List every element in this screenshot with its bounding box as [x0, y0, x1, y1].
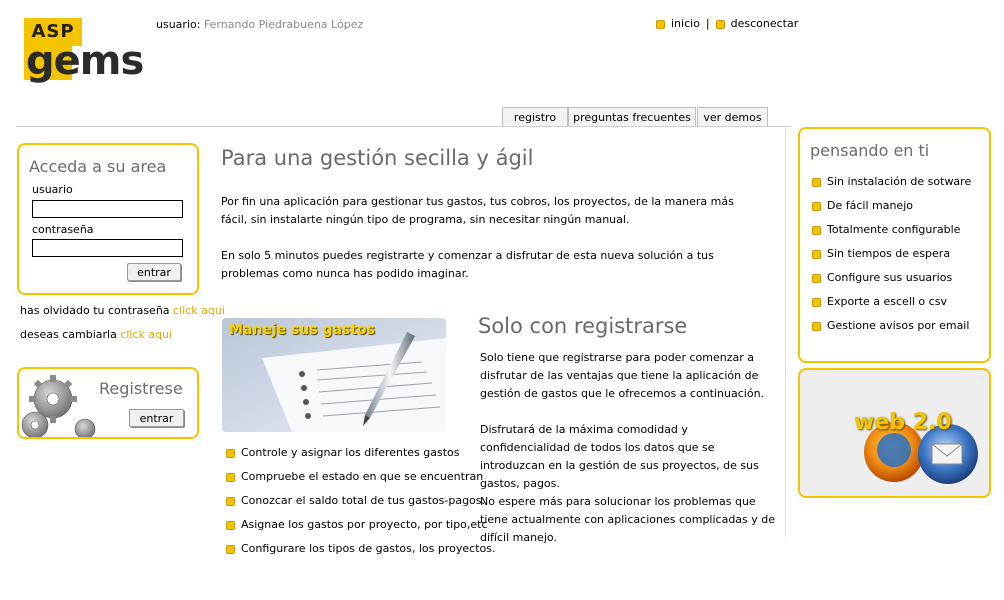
tab-preguntas-frecuentes[interactable]: preguntas frecuentes — [568, 107, 696, 127]
feature-text: Controle y asignar los diferentes gastos — [241, 446, 460, 459]
forgot-password-link[interactable]: click aqui — [173, 304, 225, 317]
login-title: Acceda a su area — [29, 157, 167, 176]
web20-panel: web 2.0 — [798, 368, 991, 498]
asp-gems-logo[interactable]: ASP gems — [24, 18, 148, 84]
benefit-item: Totalmente configurable — [812, 223, 960, 236]
feature-text: Asignae los gastos por proyecto, por tip… — [241, 518, 488, 531]
link-separator: | — [705, 17, 710, 30]
benefit-item: Exporte a escell o csv — [812, 295, 947, 308]
username-input[interactable] — [32, 200, 183, 218]
register-paragraph-2: Disfrutará de la máxima comodidad y conf… — [480, 423, 759, 490]
password-input[interactable] — [32, 239, 183, 257]
bullet-icon — [812, 273, 821, 283]
bullet-icon — [226, 544, 235, 554]
login-submit-button[interactable]: entrar — [127, 263, 181, 281]
forgot-password-line: has olvidado tu contraseña click aqui — [20, 304, 225, 317]
feature-item: Conozcar el saldo total de tus gastos-pa… — [226, 494, 485, 507]
benefit-text: Sin instalación de sotware — [827, 175, 972, 188]
user-label: usuario: — [156, 18, 201, 31]
benefits-title: pensando en ti — [810, 141, 930, 160]
benefit-text: Configure sus usuarios — [827, 271, 953, 284]
benefit-item: De fácil manejo — [812, 199, 913, 212]
bullet-icon — [812, 321, 821, 331]
gears-icon — [21, 375, 96, 437]
bullet-icon — [226, 520, 235, 530]
content-divider — [16, 126, 792, 127]
register-paragraph-3: No espere más para solucionar los proble… — [480, 495, 776, 544]
expenses-photo: Maneje sus gastos — [222, 318, 446, 432]
bullet-icon — [226, 496, 235, 506]
feature-text: Configurare los tipos de gastos, los pro… — [241, 542, 496, 555]
user-name: Fernando Piedrabuena López — [203, 18, 364, 31]
bullet-icon — [226, 448, 235, 458]
signup-paragraph: En solo 5 minutos puedes registrarte y c… — [221, 249, 714, 280]
benefit-text: Gestione avisos por email — [827, 319, 970, 332]
bullet-icon — [812, 297, 821, 307]
photo-caption: Maneje sus gastos — [229, 322, 375, 338]
benefit-item: Sin instalación de sotware — [812, 175, 971, 188]
register-title: Registrese — [99, 379, 183, 398]
change-password-text: deseas cambiarla — [20, 328, 117, 341]
web20-badge: web 2.0 — [854, 410, 952, 435]
register-paragraph-1: Solo tiene que registrarse para poder co… — [480, 351, 765, 400]
feature-text: Compruebe el estado en que se encuentran — [241, 470, 484, 483]
forgot-password-text: has olvidado tu contraseña — [20, 304, 170, 317]
feature-item: Controle y asignar los diferentes gastos — [226, 446, 460, 459]
feature-text: Conozcar el saldo total de tus gastos-pa… — [241, 494, 486, 507]
bullet-icon — [226, 472, 235, 482]
bullet-icon — [715, 19, 725, 29]
register-button[interactable]: entrar — [129, 409, 184, 427]
intro-paragraph: Por fin una aplicación para gestionar tu… — [221, 195, 734, 226]
tab-ver-demos[interactable]: ver demos — [697, 107, 768, 127]
tab-registro[interactable]: registro — [502, 107, 568, 127]
login-panel: Acceda a su area usuario contraseña entr… — [17, 143, 199, 295]
desconectar-link[interactable]: desconectar — [731, 17, 799, 30]
bullet-icon — [812, 201, 821, 211]
benefit-text: De fácil manejo — [827, 199, 913, 212]
benefit-text: Totalmente configurable — [827, 223, 961, 236]
feature-item: Configurare los tipos de gastos, los pro… — [226, 542, 495, 555]
inicio-link[interactable]: inicio — [671, 17, 700, 30]
page-title: Para una gestión secilla y ágil — [221, 146, 534, 170]
register-panel: Registrese entrar — [17, 367, 199, 439]
feature-item: Asignae los gastos por proyecto, por tip… — [226, 518, 488, 531]
change-password-link[interactable]: click aqui — [120, 328, 172, 341]
benefits-panel: pensando en ti Sin instalación de sotwar… — [798, 127, 991, 363]
bullet-icon — [656, 19, 665, 29]
benefit-text: Sin tiempos de espera — [827, 247, 951, 260]
benefit-item: Sin tiempos de espera — [812, 247, 950, 260]
top-links: inicio | desconectar — [656, 17, 798, 30]
bullet-icon — [812, 177, 821, 187]
feature-item: Compruebe el estado en que se encuentran — [226, 470, 483, 483]
register-section-title: Solo con registrarse — [478, 314, 688, 338]
benefit-text: Exporte a escell o csv — [827, 295, 947, 308]
content-right-border — [785, 127, 786, 537]
username-label: usuario — [32, 183, 73, 196]
bullet-icon — [812, 249, 821, 259]
benefit-item: Configure sus usuarios — [812, 271, 952, 284]
logo-gems-text: gems — [26, 38, 144, 84]
benefit-item: Gestione avisos por email — [812, 319, 969, 332]
password-label: contraseña — [32, 223, 94, 236]
bullet-icon — [812, 225, 821, 235]
change-password-line: deseas cambiarla click aqui — [20, 328, 172, 341]
user-info: usuario: Fernando Piedrabuena López — [156, 18, 363, 31]
